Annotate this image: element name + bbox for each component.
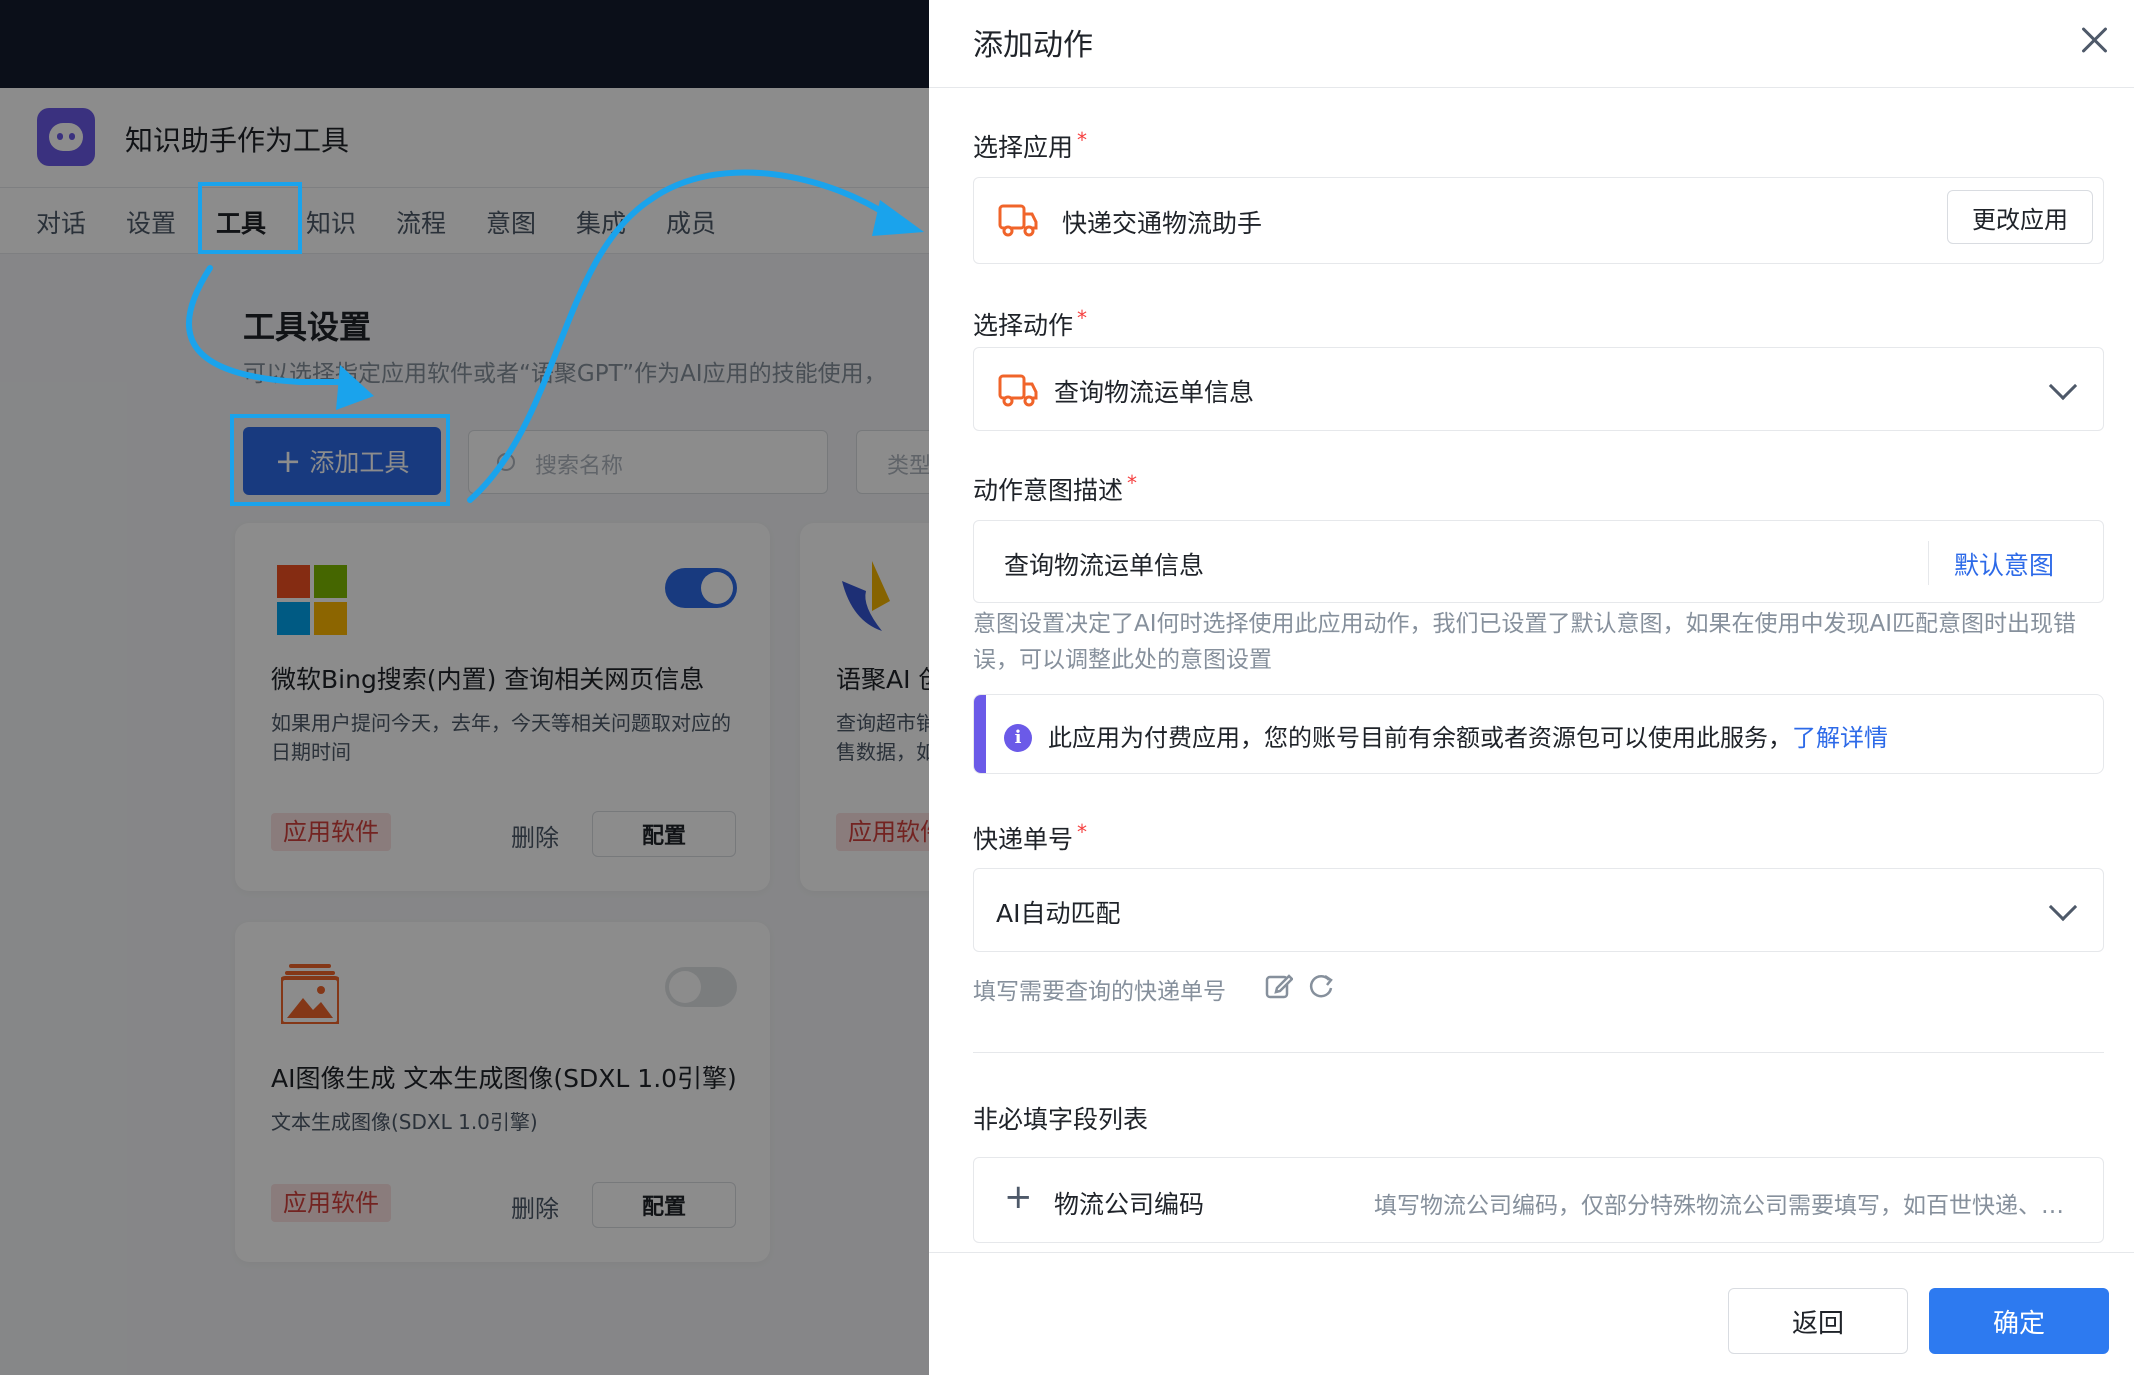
back-button[interactable]: 返回 xyxy=(1728,1288,1908,1354)
edit-icon[interactable] xyxy=(1265,972,1293,1000)
optional-field-item[interactable]: + 物流公司编码 填写物流公司编码，仅部分特殊物流公司需要填写，如百世快递、顺丰… xyxy=(973,1157,2104,1243)
drawer-title: 添加动作 xyxy=(973,28,1093,63)
refresh-icon[interactable] xyxy=(1307,972,1335,1000)
intent-label: 动作意图描述 * xyxy=(973,471,1138,505)
chevron-down-icon xyxy=(2048,371,2078,401)
close-icon[interactable] xyxy=(2077,23,2113,59)
truck-icon xyxy=(998,204,1038,237)
tools-tab-highlight xyxy=(198,182,302,254)
learn-more-link[interactable]: 了解详情 xyxy=(1792,724,1888,752)
select-app-label: 选择应用 * xyxy=(973,128,1088,162)
section-divider xyxy=(973,1052,2104,1053)
tracking-number-label: 快递单号 * xyxy=(973,820,1088,854)
action-select-value: 查询物流运单信息 xyxy=(1054,378,1255,407)
add-action-drawer: 添加动作 选择应用 * 快递交通物流助手 更改应用 选择动作 * 查询物流运单信息 … xyxy=(929,0,2134,1375)
modal-overlay[interactable] xyxy=(0,0,930,1375)
select-action-label: 选择动作 * xyxy=(973,306,1088,340)
tracking-number-value: AI自动匹配 xyxy=(996,899,1121,928)
default-intent-link[interactable]: 默认意图 xyxy=(1954,546,2054,582)
action-select[interactable]: 查询物流运单信息 xyxy=(973,347,2104,431)
tracking-number-hint: 填写需要查询的快递单号 xyxy=(973,979,1226,1005)
confirm-button[interactable]: 确定 xyxy=(1929,1288,2109,1354)
add-tool-highlight xyxy=(230,414,450,506)
tracking-number-select[interactable]: AI自动匹配 xyxy=(973,868,2104,952)
intent-divider xyxy=(1928,541,1929,585)
truck-icon xyxy=(998,374,1038,407)
optional-fields-title: 非必填字段列表 xyxy=(973,1105,1149,1134)
intent-input[interactable]: 查询物流运单信息 默认意图 xyxy=(973,520,2104,603)
notice-accent-bar xyxy=(974,695,986,773)
intent-hint: 意图设置决定了AI何时选择使用此应用动作，我们已设置了默认意图，如果在使用中发现… xyxy=(973,611,2077,673)
optional-field-desc: 填写物流公司编码，仅部分特殊物流公司需要填写，如百世快递、顺丰快递等 xyxy=(1374,1193,2074,1219)
optional-field-label: 物流公司编码 xyxy=(1054,1190,1205,1219)
drawer-header: 添加动作 xyxy=(929,0,2134,88)
paid-app-notice: i 此应用为付费应用，您的账号目前有余额或者资源包可以使用此服务，了解详情 xyxy=(973,694,2104,774)
chevron-down-icon xyxy=(2048,892,2078,922)
plus-icon: + xyxy=(1004,1177,1033,1217)
notice-text: 此应用为付费应用，您的账号目前有余额或者资源包可以使用此服务，了解详情 xyxy=(1048,724,1888,752)
info-icon: i xyxy=(1004,724,1032,752)
change-app-button[interactable]: 更改应用 xyxy=(1947,190,2093,244)
selected-app-box: 快递交通物流助手 更改应用 xyxy=(973,177,2104,264)
selected-app-name: 快递交通物流助手 xyxy=(1062,209,1263,238)
intent-value: 查询物流运单信息 xyxy=(1004,551,1205,580)
drawer-footer: 返回 确定 xyxy=(929,1252,2134,1375)
